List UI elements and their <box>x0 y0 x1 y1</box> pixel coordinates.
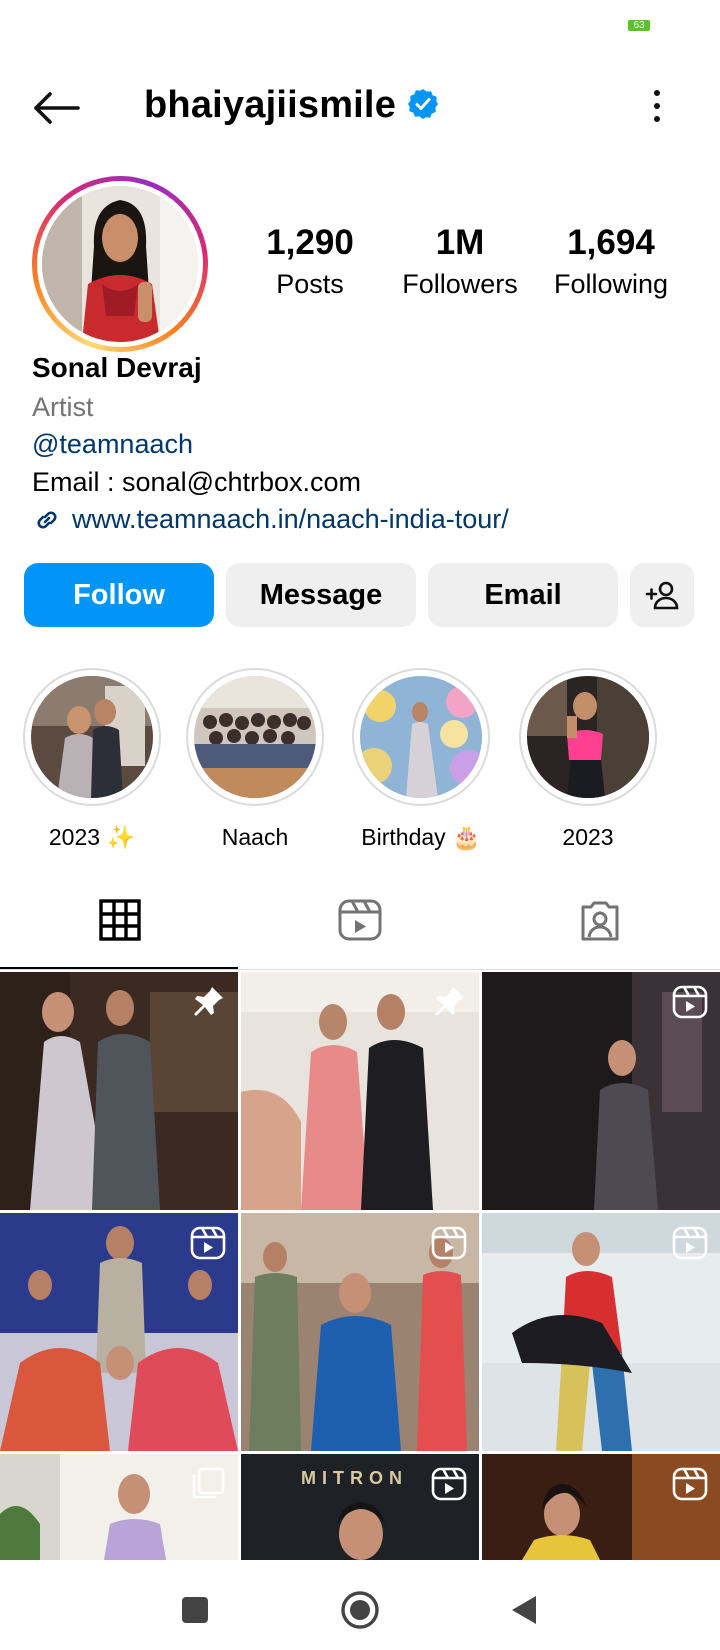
grid-post-5[interactable] <box>241 1213 479 1451</box>
reel-icon <box>672 985 708 1019</box>
battery-indicator: 63 <box>628 20 650 31</box>
grid-post-6[interactable] <box>482 1213 720 1451</box>
highlight-label: Naach <box>221 824 289 850</box>
recents-button[interactable] <box>165 1580 225 1640</box>
bio-website-link[interactable]: www.teamnaach.in/naach-india-tour/ <box>32 504 509 535</box>
grid-post-1[interactable] <box>0 972 238 1210</box>
highlight-label: 2023 ✨ <box>48 824 136 850</box>
grid-post-3[interactable] <box>482 972 720 1210</box>
more-options-button[interactable] <box>640 84 674 128</box>
more-dot-icon <box>654 103 660 109</box>
verified-badge-icon <box>408 89 438 119</box>
home-button[interactable] <box>330 1580 390 1640</box>
reel-icon <box>431 1467 467 1501</box>
pin-icon <box>194 987 223 1016</box>
pin-icon <box>435 987 464 1016</box>
following-label: Following <box>553 269 669 299</box>
grid-post-8[interactable]: MITRON <box>241 1454 479 1560</box>
grid-post-7[interactable] <box>0 1454 238 1560</box>
profile-category: Artist <box>32 392 94 422</box>
highlight-1[interactable]: 2023 ✨ <box>22 668 162 851</box>
highlight-2[interactable]: Naach <box>185 668 325 851</box>
message-button[interactable]: Message <box>226 563 416 627</box>
website-link-label: www.teamnaach.in/naach-india-tour/ <box>72 504 509 534</box>
home-circle-icon <box>341 1591 379 1629</box>
posts-label: Posts <box>276 269 344 299</box>
square-icon <box>182 1597 208 1623</box>
avatar-photo <box>42 186 198 342</box>
post-overlay-text: MITRON <box>301 1468 408 1488</box>
highlight-cover <box>527 676 649 798</box>
reel-icon <box>672 1226 708 1260</box>
back-button[interactable] <box>28 80 84 136</box>
highlight-label: Birthday 🎂 <box>361 824 481 850</box>
reel-icon <box>431 1226 467 1260</box>
grid-post-2[interactable] <box>241 972 479 1210</box>
profile-name: Sonal Devraj <box>32 352 202 383</box>
triangle-back-icon <box>512 1596 536 1624</box>
followers-count: 1M <box>435 223 485 262</box>
highlight-cover <box>360 676 482 798</box>
profile-avatar[interactable] <box>32 176 208 352</box>
more-dot-icon <box>654 116 660 122</box>
highlight-cover <box>194 676 316 798</box>
grid-post-4[interactable] <box>0 1213 238 1451</box>
stat-followers[interactable]: 1M Followers <box>385 222 535 302</box>
grid-icon <box>99 899 141 941</box>
highlight-cover <box>31 676 153 798</box>
highlight-4[interactable]: 2023 <box>518 668 658 851</box>
back-nav-button[interactable] <box>495 1580 555 1640</box>
reels-icon <box>338 899 382 941</box>
highlight-label: 2023 <box>562 824 614 850</box>
tab-posts[interactable] <box>0 870 240 970</box>
stat-following[interactable]: 1,694 Following <box>536 222 686 302</box>
tagged-icon <box>581 901 619 941</box>
following-count: 1,694 <box>567 223 655 262</box>
profile-username: bhaiyajiismile <box>144 84 397 126</box>
stat-posts[interactable]: 1,290 Posts <box>235 222 385 302</box>
followers-label: Followers <box>402 269 518 299</box>
suggested-users-button[interactable] <box>630 563 694 627</box>
add-person-icon <box>645 581 679 610</box>
grid-post-9[interactable] <box>482 1454 720 1560</box>
bio-mention-link[interactable]: @teamnaach <box>32 429 193 460</box>
carousel-icon <box>192 1467 225 1499</box>
more-dot-icon <box>654 90 660 96</box>
reel-icon <box>672 1467 708 1501</box>
reel-icon <box>190 1226 226 1260</box>
highlight-3[interactable]: Birthday 🎂 <box>351 668 491 851</box>
tab-tagged[interactable] <box>480 870 720 970</box>
bio-email-text: Email : sonal@chtrbox.com <box>32 467 362 497</box>
tab-reels[interactable] <box>240 870 480 970</box>
posts-count: 1,290 <box>266 223 354 262</box>
arrow-left-icon <box>34 92 80 124</box>
link-icon <box>37 510 57 529</box>
email-button[interactable]: Email <box>428 563 618 627</box>
follow-button[interactable]: Follow <box>24 563 214 627</box>
tab-divider <box>0 969 720 970</box>
